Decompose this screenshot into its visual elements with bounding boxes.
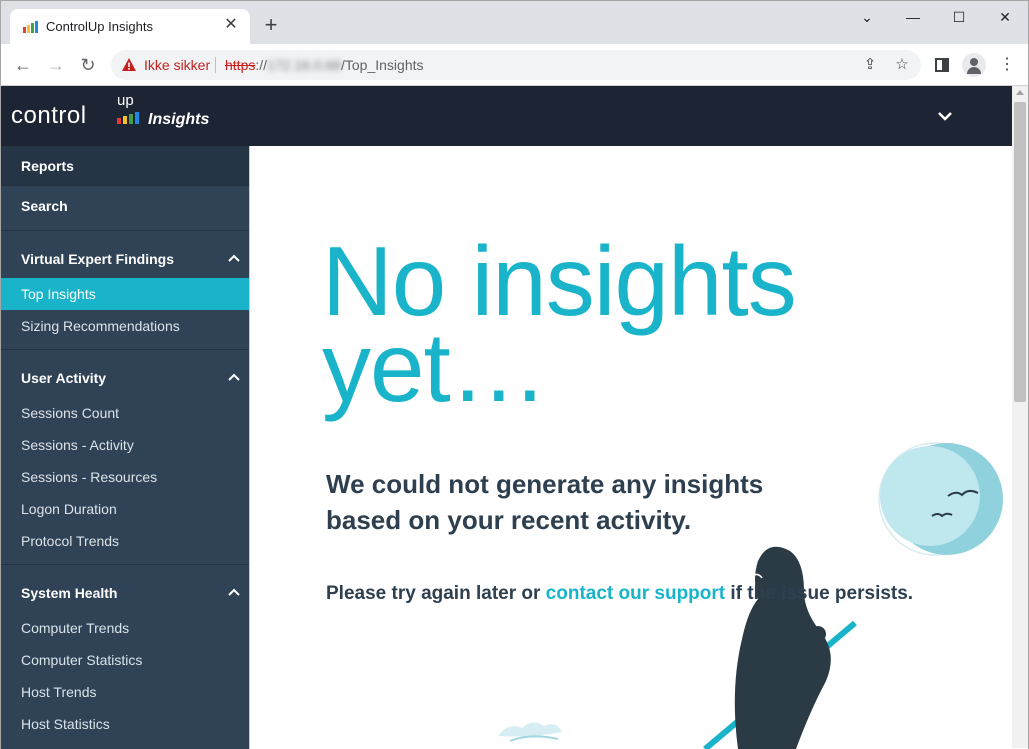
app-header: control up Insights (1, 86, 1012, 146)
share-icon[interactable]: ⇪ (861, 56, 879, 74)
sidebar-item-top-insights[interactable]: Top Insights (1, 278, 249, 310)
sidebar-item-computer-statistics[interactable]: Computer Statistics (1, 644, 249, 676)
logo-bars-icon (117, 112, 139, 124)
sidebar-item-computer-trends[interactable]: Computer Trends (1, 612, 249, 644)
sidebar-divider (1, 230, 249, 231)
sidebar-divider (1, 349, 249, 350)
logo-insights-text: Insights (148, 111, 210, 128)
chevron-up-icon[interactable] (227, 370, 241, 384)
browser-menu-icon[interactable]: ⋮ (995, 53, 1019, 77)
minimize-button[interactable]: — (890, 5, 936, 29)
chevron-up-icon[interactable] (227, 585, 241, 599)
sidebar-item-reports[interactable]: Reports (1, 146, 249, 186)
address-bar[interactable]: Ikke sikker https://172.16.0.68/Top_Insi… (111, 50, 921, 80)
url-separator: :// (255, 57, 268, 73)
sidebar-item-sessions-activity[interactable]: Sessions - Activity (1, 429, 249, 461)
retry-suffix: if the issue persists. (725, 583, 914, 604)
omnibox-divider (215, 57, 216, 73)
scrollbar-thumb[interactable] (1014, 102, 1026, 402)
sidebar-divider (1, 564, 249, 565)
sidebar-item-host-trends[interactable]: Host Trends (1, 676, 249, 708)
logo-up-text: up (117, 92, 134, 109)
back-button[interactable]: ← (10, 52, 36, 78)
empty-state-headline: No insights yet… (322, 232, 962, 422)
not-secure-label[interactable]: Ikke sikker (144, 57, 210, 73)
forward-button[interactable]: → (43, 52, 69, 78)
main-content: No insights yet… We could not generate a… (249, 146, 1012, 749)
sidebar-item-sessions-count[interactable]: Sessions Count (1, 397, 249, 429)
sidebar-item-sessions-resources[interactable]: Sessions - Resources (1, 461, 249, 493)
retry-hint: Please try again later or contact our su… (326, 583, 1006, 605)
headline-line-2: yet… (322, 312, 548, 422)
section-title: User Activity (21, 370, 107, 386)
url-scheme: https (225, 57, 256, 73)
contact-support-link[interactable]: contact our support (546, 583, 725, 604)
controlup-favicon-icon (23, 21, 38, 33)
url-host: 172.16.0.68 (267, 57, 341, 73)
sidebar-item-logon-duration[interactable]: Logon Duration (1, 493, 249, 525)
tab-title: ControlUp Insights (46, 19, 153, 34)
sidebar-item-host-statistics[interactable]: Host Statistics (1, 708, 249, 740)
new-tab-button[interactable]: + (259, 13, 283, 37)
sidebar-item-protocol-trends[interactable]: Protocol Trends (1, 525, 249, 557)
sidebar: Reports Search Virtual Expert Findings T… (1, 146, 249, 749)
chevron-up-icon[interactable] (227, 251, 241, 265)
url-path: /Top_Insights (341, 57, 424, 73)
section-title: Virtual Expert Findings (21, 251, 174, 267)
section-user-activity[interactable]: User Activity (1, 360, 249, 396)
close-window-button[interactable]: ✕ (982, 5, 1028, 29)
message-line-2: based on your recent activity. (326, 505, 692, 535)
browser-tab[interactable]: ControlUp Insights ✕ (10, 9, 250, 45)
section-title: System Health (21, 585, 118, 601)
url-text[interactable]: https://172.16.0.68/Top_Insights (225, 57, 424, 73)
section-virtual-expert-findings[interactable]: Virtual Expert Findings (1, 241, 249, 277)
sidebar-item-sizing-recommendations[interactable]: Sizing Recommendations (1, 310, 249, 342)
sidebar-item-search[interactable]: Search (1, 186, 249, 226)
bookmark-star-icon[interactable]: ☆ (893, 56, 911, 74)
warning-icon (122, 58, 136, 71)
logo-control-text: control (11, 102, 87, 129)
scroll-up-arrow-icon[interactable] (1016, 90, 1024, 95)
browser-toolbar: ← → ↻ Ikke sikker https://172.16.0.68/To… (0, 44, 1029, 86)
reload-button[interactable]: ↻ (75, 52, 101, 78)
maximize-button[interactable]: ☐ (936, 5, 982, 29)
retry-prefix: Please try again later or (326, 583, 546, 604)
tab-search-dropdown-icon[interactable]: ⌄ (844, 5, 890, 29)
empty-state-message: We could not generate any insights based… (326, 466, 826, 538)
message-line-1: We could not generate any insights (326, 469, 764, 499)
browser-tabbar: ControlUp Insights ✕ + ⌄ — ☐ ✕ (0, 0, 1029, 45)
tab-close-icon[interactable]: ✕ (222, 16, 240, 34)
chevron-down-icon[interactable] (933, 104, 957, 128)
side-panel-icon[interactable] (930, 53, 954, 77)
page-scrollbar[interactable] (1012, 86, 1028, 748)
section-system-health[interactable]: System Health (1, 575, 249, 611)
profile-avatar-icon[interactable] (962, 53, 986, 77)
